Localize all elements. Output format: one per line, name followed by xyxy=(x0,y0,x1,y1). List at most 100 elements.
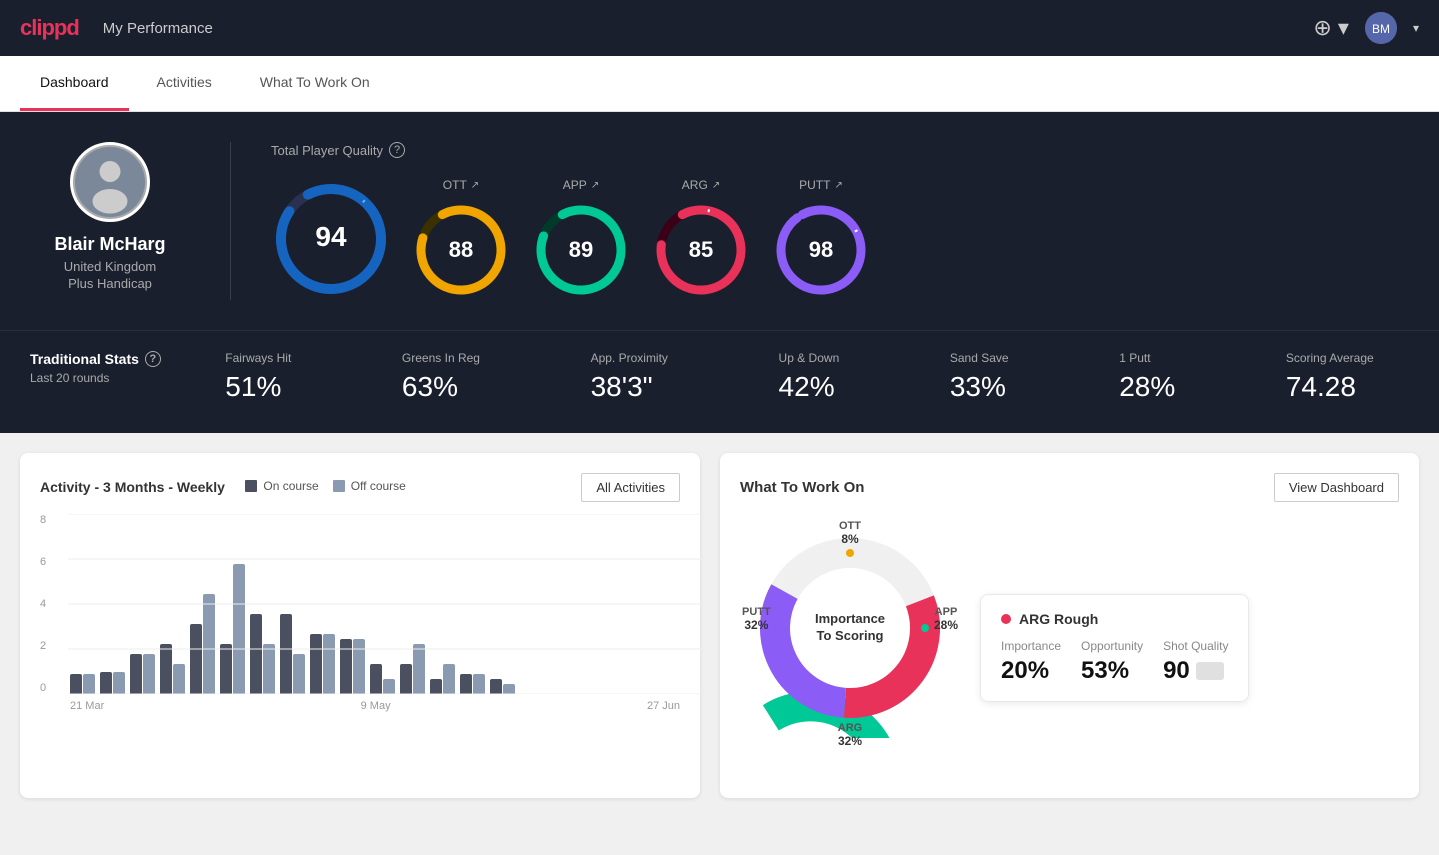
stats-label-title: Traditional Stats ? xyxy=(30,351,190,367)
quality-help-icon[interactable]: ? xyxy=(389,142,405,158)
bar-on xyxy=(220,644,232,694)
bar-off xyxy=(143,654,155,694)
on-course-legend-label: On course xyxy=(263,479,318,493)
svg-text:BM: BM xyxy=(1372,22,1390,36)
importance-metric: Importance 20% xyxy=(1001,639,1061,685)
bar-group-2 xyxy=(100,672,125,694)
bar-off xyxy=(353,639,365,694)
chart-body: 0 2 4 6 8 xyxy=(40,514,680,712)
bar-off xyxy=(173,664,185,694)
x-label-1: 21 Mar xyxy=(70,700,104,712)
arg-trend-icon: ↗ xyxy=(712,180,720,191)
svg-text:88: 88 xyxy=(449,237,473,262)
activity-panel: Activity - 3 Months - Weekly On course O… xyxy=(20,453,700,798)
wtwon-content: Importance To Scoring OTT 8% APP 28% xyxy=(740,518,1399,778)
player-info: Blair McHarg United Kingdom Plus Handica… xyxy=(30,142,190,291)
bar-group-1 xyxy=(70,674,95,694)
bottom-panels: Activity - 3 Months - Weekly On course O… xyxy=(0,433,1439,818)
putt-trend-icon: ↗ xyxy=(834,180,842,191)
bar-on xyxy=(310,634,322,694)
stats-row: Traditional Stats ? Last 20 rounds Fairw… xyxy=(0,330,1439,433)
player-avatar xyxy=(70,142,150,222)
svg-text:85: 85 xyxy=(689,237,713,262)
bar-on xyxy=(400,664,412,694)
bar-group-10 xyxy=(340,639,365,694)
stats-subtitle: Last 20 rounds xyxy=(30,371,190,385)
wtwon-header: What To Work On View Dashboard xyxy=(740,473,1399,502)
ott-gauge: OTT ↗ 88 xyxy=(411,178,511,300)
chart-header: Activity - 3 Months - Weekly On course O… xyxy=(40,473,680,502)
bar-on xyxy=(460,674,472,694)
arg-label: ARG ↗ xyxy=(682,178,720,192)
shot-quality-badge xyxy=(1196,662,1224,680)
bar-off xyxy=(323,634,335,694)
tab-dashboard[interactable]: Dashboard xyxy=(20,56,129,111)
bar-on xyxy=(250,614,262,694)
stats-label: Traditional Stats ? Last 20 rounds xyxy=(30,351,190,385)
x-label-3: 27 Jun xyxy=(647,700,680,712)
bar-off xyxy=(83,674,95,694)
ott-label: OTT ↗ xyxy=(443,178,479,192)
bar-off xyxy=(413,644,425,694)
hero-divider xyxy=(230,142,231,300)
app-gauge: APP ↗ 89 xyxy=(531,178,631,300)
stat-up-down: Up & Down 42% xyxy=(779,351,840,403)
on-course-legend-color xyxy=(245,480,257,492)
bar-on xyxy=(370,664,382,694)
app-trend-icon: ↗ xyxy=(591,180,599,191)
putt-label: PUTT ↗ xyxy=(799,178,843,192)
arg-card-title: ARG Rough xyxy=(1001,611,1228,627)
main-gauge: 94 xyxy=(271,179,391,299)
stat-app-proximity: App. Proximity 38'3" xyxy=(591,351,668,403)
arg-donut-label: ARG 32% xyxy=(838,722,862,748)
logo[interactable]: clippd xyxy=(20,15,79,41)
bar-on xyxy=(340,639,352,694)
chart-title: Activity - 3 Months - Weekly On course O… xyxy=(40,479,406,497)
arg-rough-card: ARG Rough Importance 20% Opportunity 53%… xyxy=(980,594,1249,702)
svg-text:94: 94 xyxy=(315,221,347,252)
bar-on xyxy=(190,624,202,694)
view-dashboard-button[interactable]: View Dashboard xyxy=(1274,473,1399,502)
bar-group-5 xyxy=(190,594,215,694)
hero-top: Blair McHarg United Kingdom Plus Handica… xyxy=(30,142,1409,300)
bar-off xyxy=(503,684,515,694)
avatar-chevron: ▾ xyxy=(1413,21,1419,35)
bar-group-4 xyxy=(160,644,185,694)
putt-donut-label: PUTT 32% xyxy=(742,606,771,632)
svg-text:98: 98 xyxy=(809,237,833,262)
bar-group-6 xyxy=(220,564,245,694)
all-activities-button[interactable]: All Activities xyxy=(581,473,680,502)
quality-section: Total Player Quality ? 94 OTT xyxy=(271,142,1409,300)
donut-chart-area: Importance To Scoring OTT 8% APP 28% xyxy=(740,518,960,778)
tab-activities[interactable]: Activities xyxy=(137,56,232,111)
header-right: ⊕ ▾ BM ▾ xyxy=(1313,12,1419,44)
avatar[interactable]: BM xyxy=(1365,12,1397,44)
bar-group-11 xyxy=(370,664,395,694)
bar-off xyxy=(473,674,485,694)
wtwon-title: What To Work On xyxy=(740,479,864,496)
bar-on xyxy=(160,644,172,694)
off-course-legend-label: Off course xyxy=(351,479,406,493)
stats-help-icon[interactable]: ? xyxy=(145,351,161,367)
add-icon[interactable]: ⊕ ▾ xyxy=(1313,15,1349,41)
bar-on xyxy=(130,654,142,694)
bar-chart xyxy=(40,514,680,694)
quality-title: Total Player Quality ? xyxy=(271,142,1409,158)
bar-on xyxy=(280,614,292,694)
svg-text:89: 89 xyxy=(569,237,593,262)
bar-on xyxy=(70,674,82,694)
bar-group-3 xyxy=(130,654,155,694)
bar-on xyxy=(430,679,442,694)
ott-donut-label: OTT 8% xyxy=(839,520,861,546)
bar-off xyxy=(443,664,455,694)
tab-what-to-work-on[interactable]: What To Work On xyxy=(240,56,390,111)
stat-greens-in-reg: Greens In Reg 63% xyxy=(402,351,480,403)
tabs: Dashboard Activities What To Work On xyxy=(0,56,1439,112)
bar-on xyxy=(100,672,112,694)
bar-group-12 xyxy=(400,644,425,694)
bar-group-14 xyxy=(460,674,485,694)
opportunity-metric: Opportunity 53% xyxy=(1081,639,1143,685)
arg-metrics: Importance 20% Opportunity 53% Shot Qual… xyxy=(1001,639,1228,685)
ott-trend-icon: ↗ xyxy=(471,180,479,191)
x-label-2: 9 May xyxy=(361,700,391,712)
